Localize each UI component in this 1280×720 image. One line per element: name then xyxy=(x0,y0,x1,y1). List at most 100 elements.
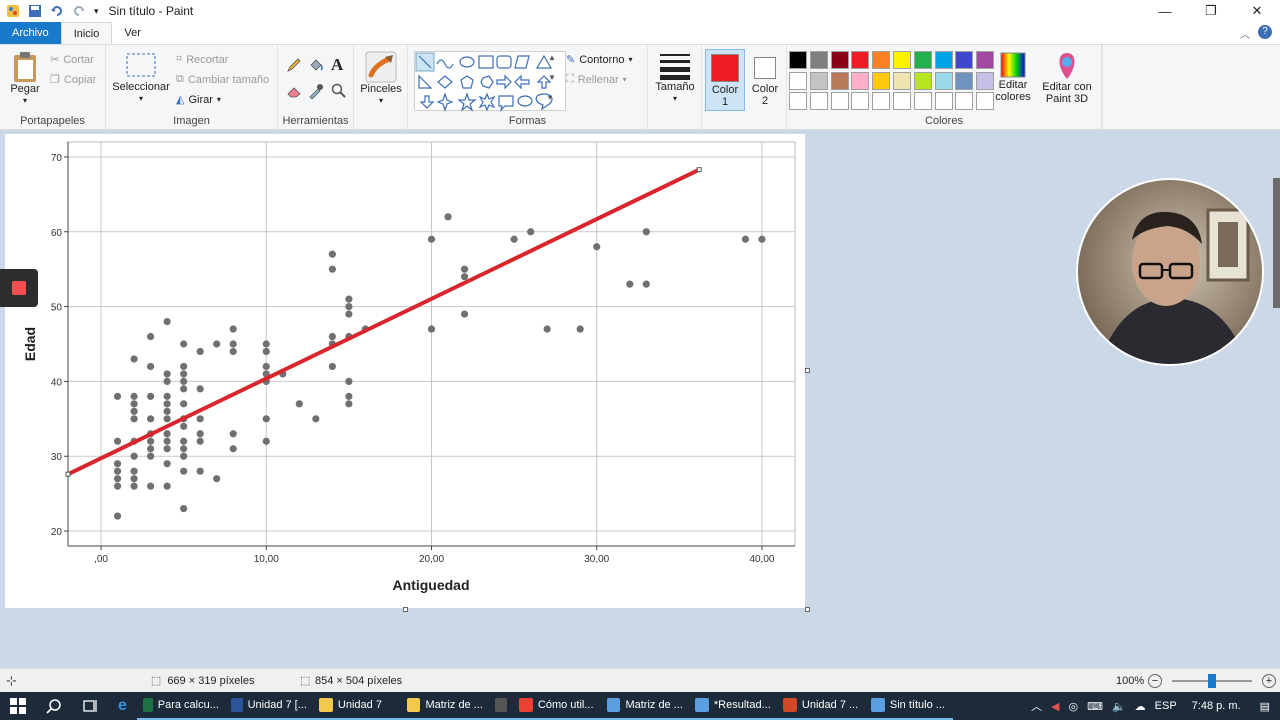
palette-swatch[interactable] xyxy=(934,51,953,69)
cloud-icon[interactable]: ☁ xyxy=(1135,700,1146,713)
select-button[interactable]: Seleccionar ▾ xyxy=(112,53,170,105)
palette-swatch[interactable] xyxy=(893,71,911,90)
customize-qa-icon[interactable]: ▾ xyxy=(94,6,99,17)
palette-swatch[interactable] xyxy=(851,92,870,110)
zoom-in-button[interactable]: + xyxy=(1262,673,1276,688)
paste-button[interactable]: Pegar ▾ xyxy=(6,51,44,107)
volume-icon[interactable]: 🔈 xyxy=(1112,700,1126,713)
palette-swatch[interactable] xyxy=(934,92,953,110)
tab-view[interactable]: Ver xyxy=(112,22,153,44)
palette-swatch[interactable] xyxy=(809,71,828,90)
edge-icon[interactable]: e xyxy=(118,697,127,715)
side-scrollbar[interactable] xyxy=(1273,178,1280,308)
taskbar-item[interactable]: Matriz de ... xyxy=(400,692,489,720)
copy-button[interactable]: ❐ Copiar xyxy=(50,73,96,87)
rotate-button[interactable]: ◭ Girar ▾ xyxy=(176,93,221,107)
paint3d-button[interactable]: Editar con Paint 3D xyxy=(1040,51,1094,105)
palette-swatch[interactable] xyxy=(809,51,828,69)
palette-swatch[interactable] xyxy=(913,51,932,69)
taskbar-item[interactable]: Para calcu... xyxy=(136,692,225,720)
resize-handle-bottom[interactable] xyxy=(403,607,408,612)
palette-swatch[interactable] xyxy=(830,71,849,90)
palette-swatch[interactable] xyxy=(893,92,911,110)
tab-home[interactable]: Inicio xyxy=(60,22,113,44)
minimize-button[interactable]: — xyxy=(1142,0,1188,22)
palette-swatch[interactable] xyxy=(913,71,932,90)
undo-icon[interactable] xyxy=(50,4,64,18)
tab-file[interactable]: Archivo xyxy=(0,22,61,44)
color2-button[interactable]: Color 2 xyxy=(746,49,786,111)
resize-handle-corner[interactable] xyxy=(805,607,810,612)
outline-button[interactable]: ✎ Contorno ▾ xyxy=(566,53,633,67)
shapes-scroll-up-icon[interactable]: ▲ xyxy=(548,53,556,62)
palette-swatch[interactable] xyxy=(789,71,807,90)
size-button[interactable]: Tamaño ▾ xyxy=(654,51,696,105)
help-icon[interactable]: ? xyxy=(1258,25,1272,39)
pencil-icon[interactable] xyxy=(286,57,302,73)
palette-swatch[interactable] xyxy=(955,71,974,90)
drawing-canvas[interactable]: ,00 10,00 20,00 30,00 40,00 20 30 40 50 60 70 Anti… xyxy=(5,134,805,608)
fill-button[interactable]: ⛶ Rellenar ▾ xyxy=(566,73,627,86)
language-indicator[interactable]: ESP xyxy=(1155,700,1177,712)
palette-swatch[interactable] xyxy=(976,92,995,110)
color1-button[interactable]: Color 1 xyxy=(705,49,745,111)
redo-icon[interactable] xyxy=(72,4,86,18)
taskbar-item[interactable]: Sin título ... xyxy=(864,692,953,720)
palette-swatch[interactable] xyxy=(913,92,932,110)
magnifier-icon[interactable] xyxy=(331,83,347,99)
palette-swatch[interactable] xyxy=(955,92,974,110)
keyboard-tray-icon[interactable]: ⌨ xyxy=(1087,700,1103,713)
palette-swatch[interactable] xyxy=(872,92,891,110)
text-tool-icon[interactable]: A xyxy=(331,55,343,75)
taskbar-item[interactable]: Cómo util... xyxy=(512,692,601,720)
clock[interactable]: 7:48 p. m. xyxy=(1192,700,1241,712)
palette-swatch[interactable] xyxy=(851,51,870,69)
tray-chevron-icon[interactable]: ︿ xyxy=(1031,698,1042,714)
cut-button[interactable]: ✂ Cortar xyxy=(50,53,94,67)
shapes-expand-icon[interactable]: ▾ xyxy=(548,93,552,102)
zoom-slider-thumb[interactable] xyxy=(1208,674,1216,688)
fill-bucket-icon[interactable] xyxy=(308,57,324,73)
windows-start-icon[interactable] xyxy=(10,698,26,714)
canvas-area[interactable]: ,00 10,00 20,00 30,00 40,00 20 30 40 50 60 70 Anti… xyxy=(0,131,1280,668)
taskbar-item[interactable] xyxy=(488,692,513,720)
palette-swatch[interactable] xyxy=(789,92,807,110)
palette-swatch[interactable] xyxy=(830,92,849,110)
palette-swatch[interactable] xyxy=(789,51,807,69)
taskbar-item[interactable]: Unidad 7 [... xyxy=(224,692,313,720)
taskbar-item[interactable]: Unidad 7 xyxy=(312,692,401,720)
palette-swatch[interactable] xyxy=(851,71,870,90)
taskbar-item[interactable]: *Resultad... xyxy=(688,692,777,720)
palette-swatch[interactable] xyxy=(976,71,995,90)
palette-swatch[interactable] xyxy=(893,51,911,69)
crop-button[interactable]: ⌗ Recortar xyxy=(176,53,228,66)
colorpicker-tray-icon[interactable]: ◎ xyxy=(1068,700,1078,713)
close-button[interactable]: ✕ xyxy=(1234,0,1280,22)
search-icon[interactable] xyxy=(46,698,62,714)
recorder-tray-icon[interactable]: ◀ xyxy=(1051,700,1059,713)
shapes-gallery[interactable] xyxy=(414,51,566,112)
palette-swatch[interactable] xyxy=(976,51,995,69)
palette-swatch[interactable] xyxy=(872,51,891,69)
taskbar-item[interactable]: Unidad 7 ... xyxy=(776,692,865,720)
task-view-icon[interactable] xyxy=(82,698,98,714)
save-icon[interactable] xyxy=(28,4,42,18)
resize-handle-right[interactable] xyxy=(805,368,810,373)
palette-swatch[interactable] xyxy=(830,51,849,69)
palette-swatch[interactable] xyxy=(872,71,891,90)
recording-widget[interactable] xyxy=(0,269,38,307)
edit-colors-button[interactable]: Editar colores xyxy=(995,51,1031,103)
palette-swatch[interactable] xyxy=(955,51,974,69)
color-picker-icon[interactable] xyxy=(308,83,324,99)
zoom-out-button[interactable]: − xyxy=(1148,673,1162,688)
resize-button[interactable]: ⧉ Cambiar tamaño xyxy=(176,73,269,86)
palette-swatch[interactable] xyxy=(809,92,828,110)
notifications-icon[interactable]: ▤ xyxy=(1260,700,1270,713)
eraser-icon[interactable] xyxy=(286,83,302,99)
maximize-button[interactable]: ❐ xyxy=(1188,0,1234,22)
taskbar-item[interactable]: Matriz de ... xyxy=(600,692,689,720)
shapes-scroll-down-icon[interactable]: ▼ xyxy=(548,73,556,82)
brushes-button[interactable]: Pinceles ▾ xyxy=(360,51,402,107)
collapse-ribbon-icon[interactable]: ︿ xyxy=(1240,26,1250,41)
palette-swatch[interactable] xyxy=(934,71,953,90)
